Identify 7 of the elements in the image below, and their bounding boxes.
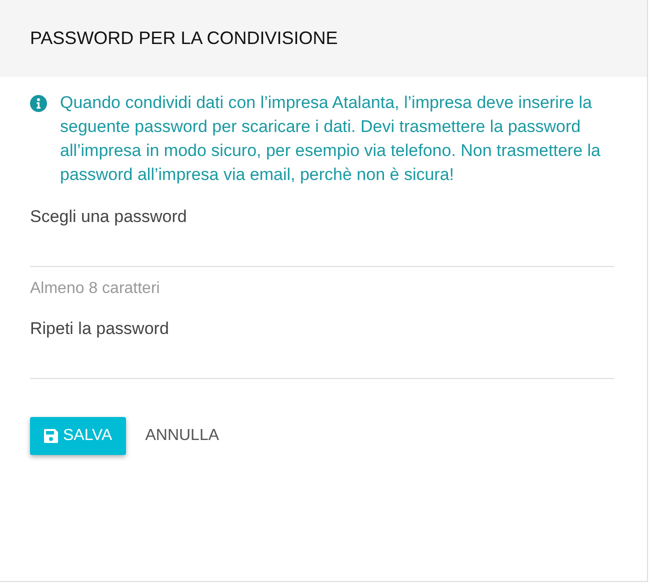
field-label: Scegli una password	[30, 206, 188, 228]
info-message: Quando condividi dati con l’impresa Atalanta, l’impresa deve inserire la seguente password per scaricare i dati. Devi trasmettere la password all’impresa in modo sicuro, per esempio via telefono. Non trasmettere la password all’impresa via email, perchè non è sicura!	[60, 92, 602, 186]
info-icon	[30, 95, 47, 112]
cancel-button[interactable]: ANNULLA	[145, 417, 220, 455]
dialog-title: PASSWORD PER LA CONDIVISIONE	[30, 28, 338, 49]
field-label: Ripeti la password	[30, 318, 170, 340]
hint-text: Almeno 8 caratteri	[30, 279, 161, 299]
